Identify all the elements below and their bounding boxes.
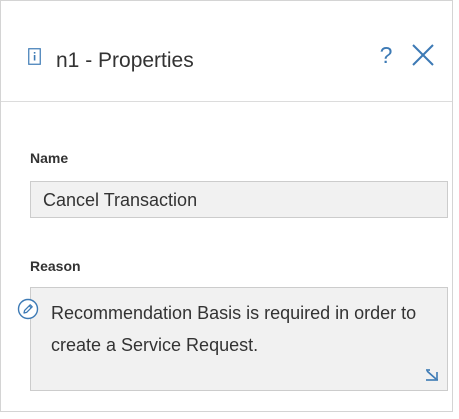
reason-textarea[interactable]: Recommendation Basis is required in orde… — [30, 287, 448, 391]
reason-label: Reason — [30, 258, 81, 274]
panel-header: n1 - Properties ? — [1, 1, 452, 102]
name-label: Name — [30, 150, 69, 166]
help-icon[interactable]: ? — [376, 40, 396, 70]
document-info-icon — [28, 48, 41, 65]
name-field[interactable]: Cancel Transaction — [30, 181, 448, 218]
resize-handle-icon[interactable] — [425, 369, 439, 381]
properties-panel: n1 - Properties ? Name Cancel Transactio… — [0, 0, 453, 412]
pencil-edit-icon[interactable] — [17, 298, 39, 320]
panel-title: n1 - Properties — [56, 49, 194, 72]
close-icon[interactable] — [410, 42, 436, 68]
